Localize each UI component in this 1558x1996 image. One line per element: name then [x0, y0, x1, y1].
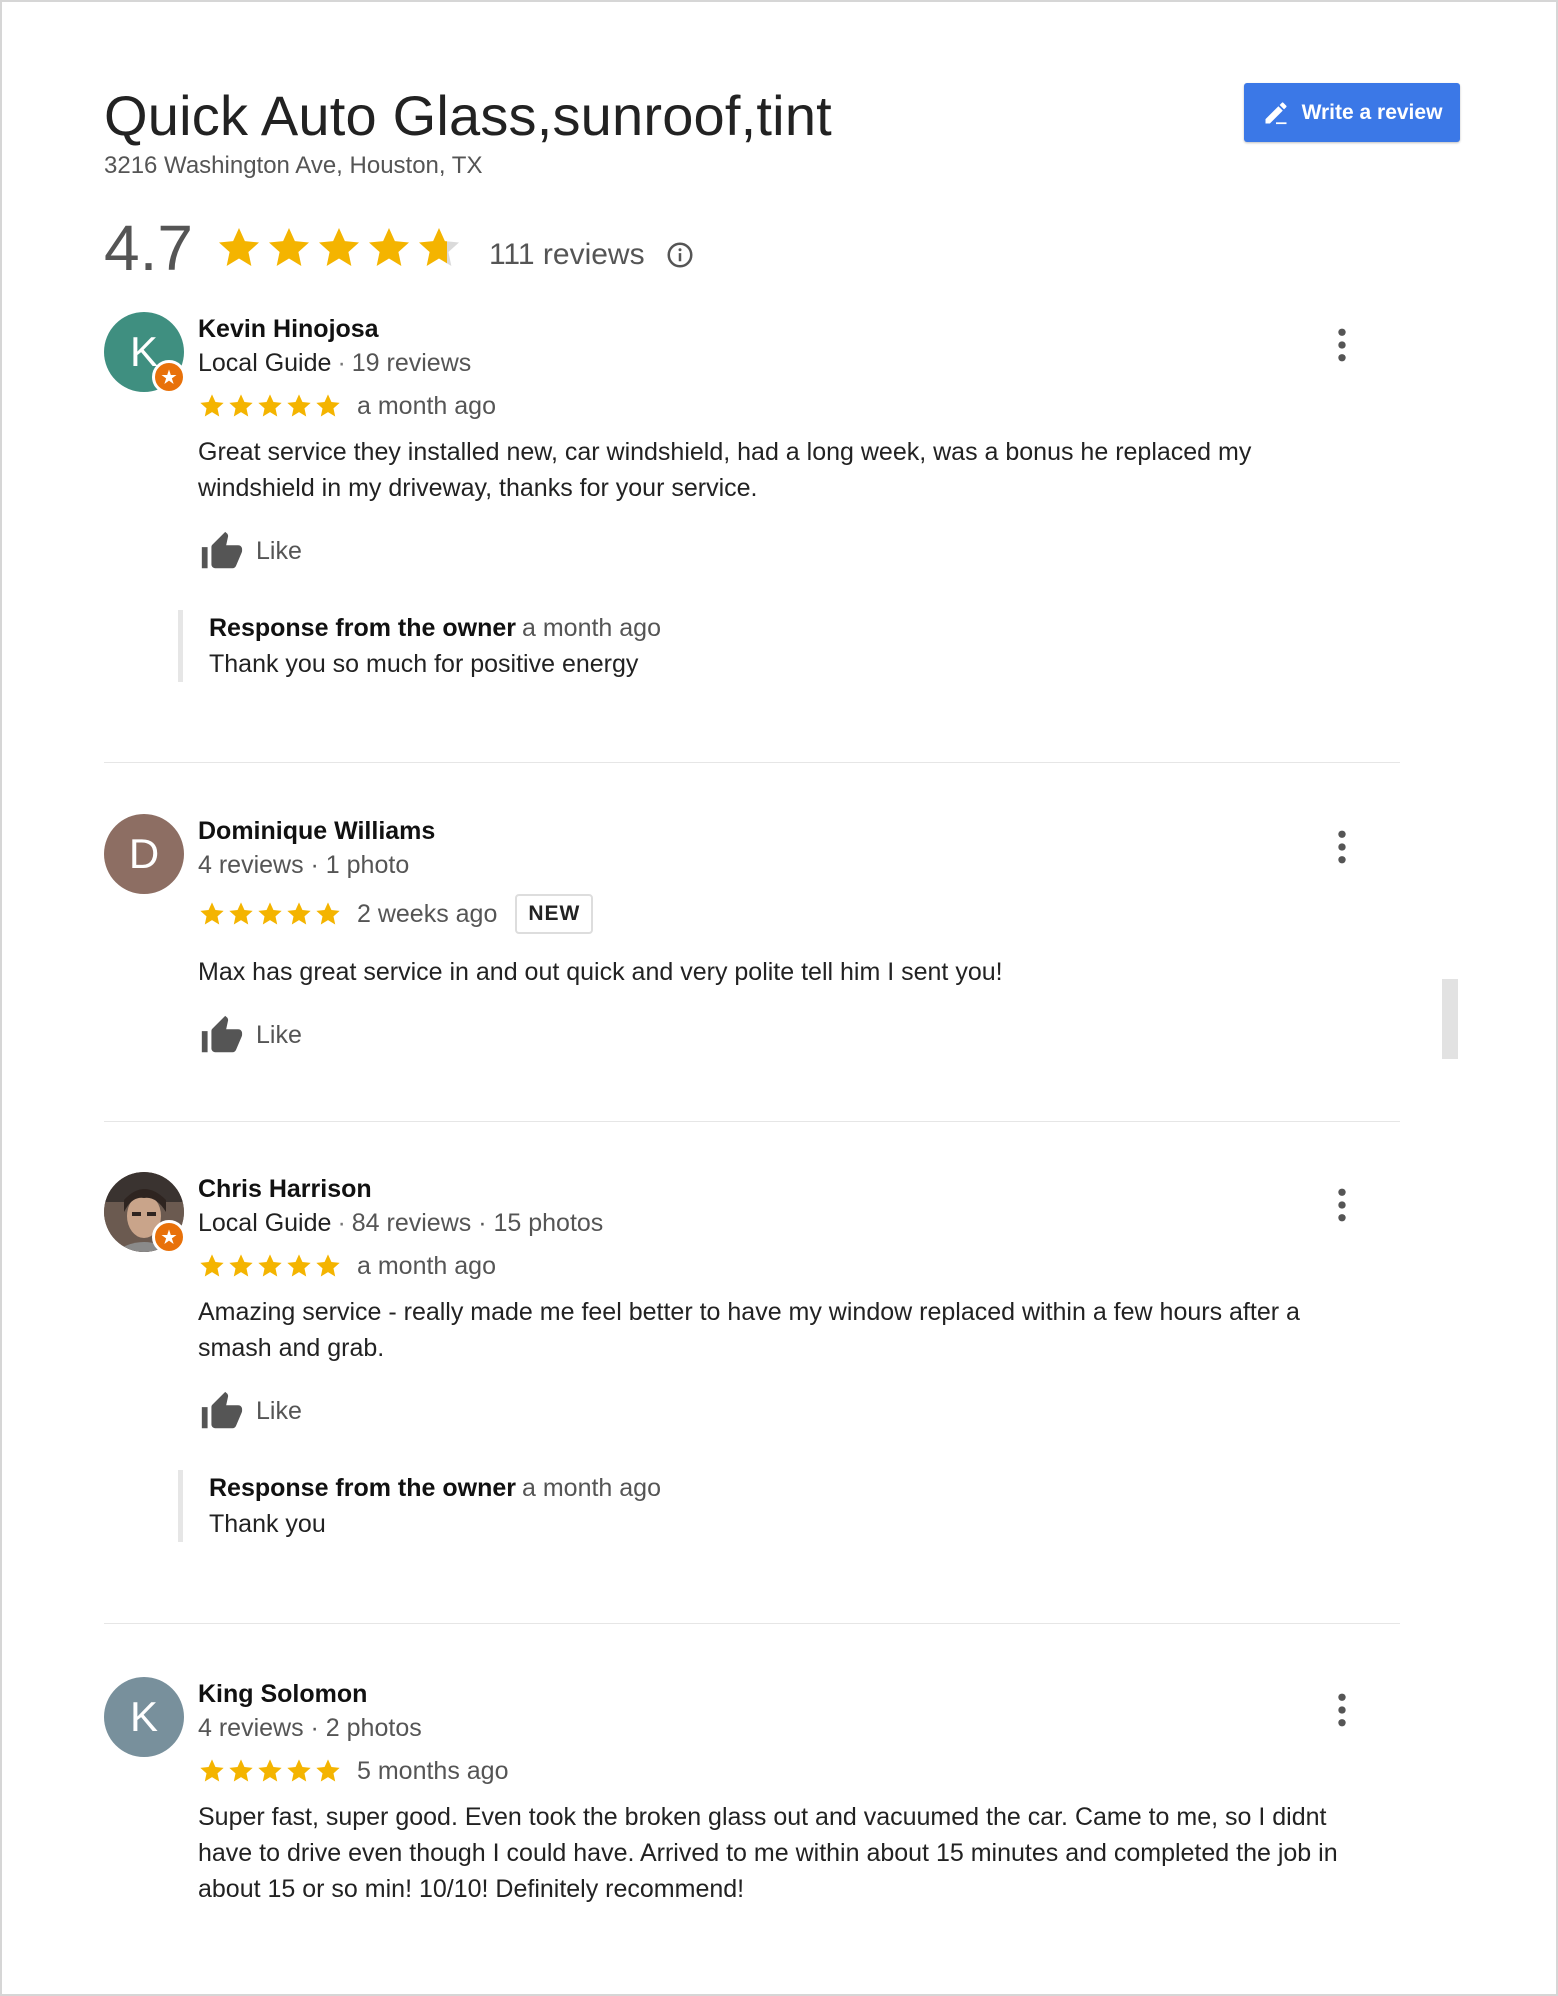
- star-icon: [318, 228, 359, 266]
- star-icon: [229, 902, 253, 925]
- reviewer-stats: 19 reviews: [351, 349, 472, 377]
- review-time: 2 weeks ago: [357, 899, 498, 928]
- star-icon: [316, 1759, 340, 1782]
- owner-response-text: Thank you so much for positive energy: [209, 650, 639, 678]
- review-more-button[interactable]: [1322, 1687, 1362, 1733]
- star-icon: [287, 1254, 311, 1277]
- owner-response-time: a month ago: [522, 614, 661, 642]
- review-divider: [104, 762, 1400, 763]
- business-address: 3216 Washington Ave, Houston, TX: [104, 152, 483, 179]
- star-icon: [268, 228, 309, 266]
- star-icon: [200, 902, 224, 925]
- review-stars: [198, 392, 343, 420]
- avatar[interactable]: [104, 1172, 186, 1254]
- like-button[interactable]: Like: [198, 1388, 1338, 1434]
- avatar[interactable]: D: [104, 814, 184, 894]
- reviewer-stats: 4 reviews · 2 photos: [198, 1714, 422, 1742]
- owner-response: Response from the owner a month ago Thank…: [178, 1470, 1338, 1542]
- reviewer-stats: 84 reviews · 15 photos: [351, 1209, 604, 1237]
- star-icon: [287, 1759, 311, 1782]
- avatar-letter: K: [129, 1693, 158, 1740]
- local-guide-badge-icon: [152, 1220, 186, 1254]
- avatar[interactable]: K: [104, 1677, 184, 1757]
- review-more-button[interactable]: [1322, 1182, 1362, 1228]
- like-label: Like: [256, 536, 302, 565]
- review-time: a month ago: [357, 1251, 496, 1280]
- star-icon: [258, 1254, 282, 1277]
- more-vert-icon: [1338, 328, 1346, 362]
- avatar-letter: D: [128, 830, 160, 877]
- review-more-button[interactable]: [1322, 824, 1362, 870]
- rating-value: 4.7: [104, 212, 193, 284]
- like-button[interactable]: Like: [198, 1012, 1338, 1058]
- owner-response-text: Thank you: [209, 1510, 326, 1538]
- star-icon: [200, 394, 224, 417]
- more-vert-icon: [1338, 830, 1346, 864]
- review-time: 5 months ago: [357, 1756, 509, 1785]
- reviews-dialog: Quick Auto Glass,sunroof,tint 3216 Washi…: [0, 0, 1558, 1996]
- star-icon: [258, 394, 282, 417]
- owner-response-time: a month ago: [522, 1474, 661, 1502]
- review-count: 111 reviews: [488, 238, 645, 271]
- star-icon: [287, 902, 311, 925]
- star-icon: [200, 1759, 224, 1782]
- reviewer-name[interactable]: Kevin Hinojosa: [198, 312, 1338, 346]
- more-vert-icon: [1338, 1693, 1346, 1727]
- reviewer-meta: Local Guide · 84 reviews · 15 photos: [198, 1209, 604, 1237]
- new-badge: NEW: [515, 894, 594, 934]
- review-stars: [198, 1252, 343, 1280]
- owner-response-label: Response from the owner: [209, 614, 516, 642]
- thumb-up-icon: [201, 1391, 243, 1429]
- review-text: Amazing service - really made me feel be…: [198, 1298, 1300, 1362]
- review-divider: [104, 1623, 1400, 1624]
- reviewer-stats: 4 reviews · 1 photo: [198, 851, 410, 879]
- like-button[interactable]: Like: [198, 528, 1338, 574]
- pencil-icon: [1265, 101, 1287, 124]
- info-icon[interactable]: [665, 240, 695, 270]
- rating-summary: 4.7 111 reviews: [104, 208, 695, 288]
- star-icon: [258, 902, 282, 925]
- write-review-label: Write a review: [1301, 100, 1443, 124]
- star-icon: [258, 1759, 282, 1782]
- local-guide-label: Local Guide: [198, 349, 332, 377]
- star-icon: [368, 228, 409, 266]
- avatar[interactable]: K: [104, 312, 186, 394]
- star-icon: [316, 902, 340, 925]
- local-guide-label: Local Guide: [198, 1209, 332, 1237]
- review-stars: [198, 1757, 343, 1785]
- owner-response-label: Response from the owner: [209, 1474, 516, 1502]
- star-icon: [229, 1759, 253, 1782]
- reviewer-name[interactable]: King Solomon: [198, 1677, 1338, 1711]
- write-review-button[interactable]: Write a review: [1244, 83, 1460, 142]
- star-icon: [316, 1254, 340, 1277]
- reviewer-meta: Local Guide · 19 reviews: [198, 349, 472, 377]
- star-icon: [218, 228, 259, 266]
- star-icon: [287, 394, 311, 417]
- star-icon: [229, 394, 253, 417]
- star-icon: [418, 228, 459, 266]
- thumb-up-icon: [201, 1015, 243, 1053]
- local-guide-badge-icon: [152, 360, 186, 394]
- review-text: Max has great service in and out quick a…: [198, 958, 1003, 986]
- rating-stars: [215, 224, 465, 272]
- like-label: Like: [256, 1020, 302, 1049]
- review-divider: [104, 1121, 1400, 1122]
- star-icon: [316, 394, 340, 417]
- scrollbar-thumb[interactable]: [1442, 979, 1458, 1059]
- more-vert-icon: [1338, 1188, 1346, 1222]
- review-time: a month ago: [357, 391, 496, 420]
- reviewer-name[interactable]: Dominique Williams: [198, 814, 1338, 848]
- reviewer-name[interactable]: Chris Harrison: [198, 1172, 1338, 1206]
- star-icon: [200, 1254, 224, 1277]
- owner-response: Response from the owner a month ago Thank…: [178, 610, 1338, 682]
- thumb-up-icon: [201, 531, 243, 569]
- review-stars: [198, 900, 343, 928]
- like-label: Like: [256, 1396, 302, 1425]
- review-text: Super fast, super good. Even took the br…: [198, 1803, 1338, 1903]
- review-more-button[interactable]: [1322, 322, 1362, 368]
- star-icon: [229, 1254, 253, 1277]
- review-text: Great service they installed new, car wi…: [198, 438, 1252, 502]
